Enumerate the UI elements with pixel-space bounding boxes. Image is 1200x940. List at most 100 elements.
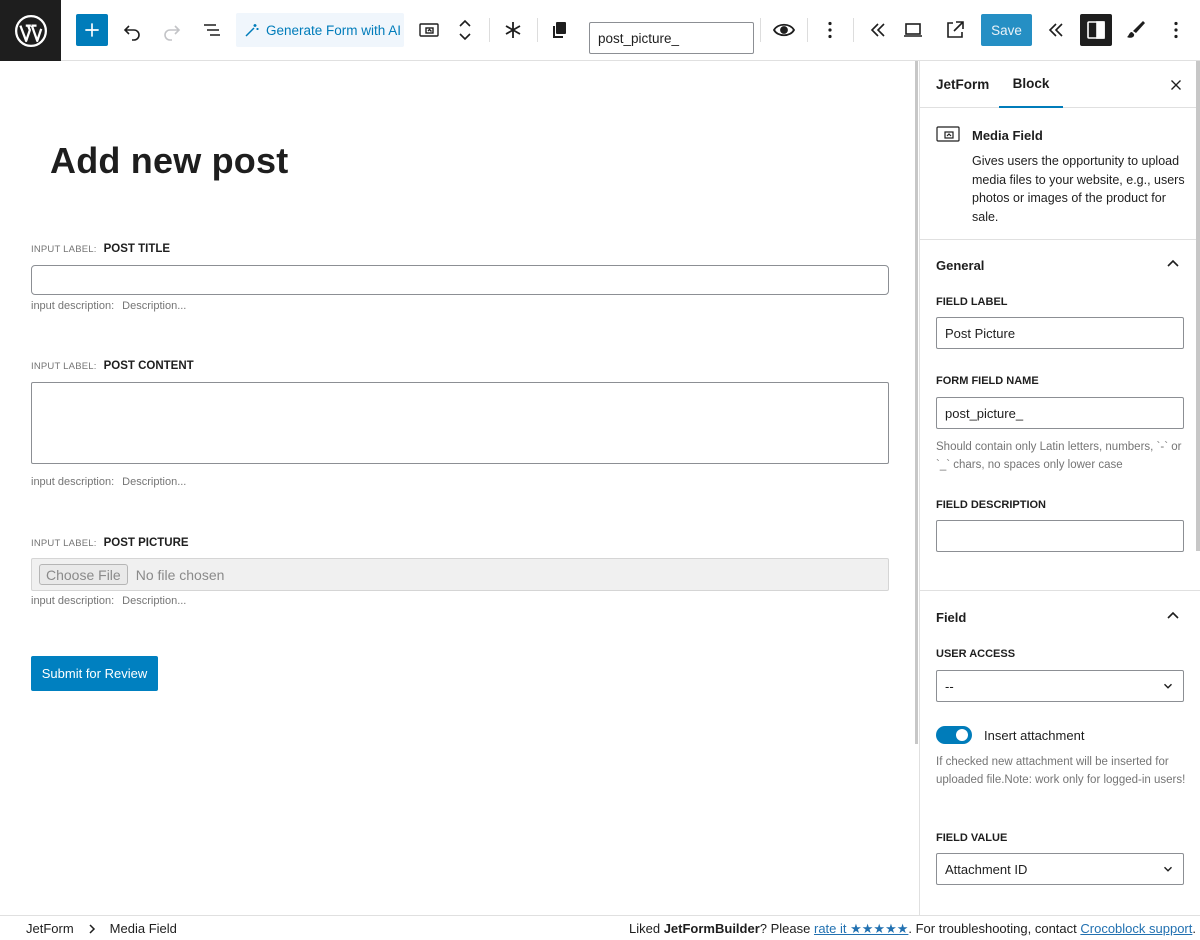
generate-form-ai-button[interactable]: Generate Form with AI bbox=[236, 13, 404, 47]
editor-toolbar: Generate Form with AI Save bbox=[0, 0, 1200, 61]
field-description-row: input description: Description... bbox=[31, 476, 186, 488]
field-description-title: FIELD DESCRIPTION bbox=[936, 499, 1047, 511]
insert-attachment-toggle[interactable] bbox=[936, 726, 972, 744]
chevron-down-icon bbox=[1164, 866, 1172, 872]
description-prefix: input description: bbox=[31, 595, 115, 607]
field-value-value: Attachment ID bbox=[945, 861, 1028, 877]
user-access-select[interactable]: -- bbox=[936, 670, 1184, 702]
post-content-label[interactable]: POST CONTENT bbox=[104, 360, 194, 372]
field-label-row: INPUT LABEL: POST PICTURE bbox=[31, 537, 189, 549]
block-options-icon[interactable] bbox=[814, 14, 846, 46]
collapse-double-chevron-icon[interactable] bbox=[1040, 14, 1072, 46]
description-placeholder[interactable]: Description... bbox=[122, 476, 186, 488]
panel-separator bbox=[920, 239, 1200, 240]
form-field-name-toolbar-input[interactable] bbox=[589, 22, 754, 54]
rate-it-link[interactable]: rate it ★★★★★ bbox=[814, 921, 908, 936]
rating-brand: JetFormBuilder bbox=[663, 921, 760, 936]
insert-attachment-help: If checked new attachment will be insert… bbox=[936, 756, 1186, 786]
styles-brush-icon[interactable] bbox=[1120, 14, 1152, 46]
breadcrumb-item-jetform[interactable]: JetForm bbox=[26, 921, 74, 936]
post-title-label[interactable]: POST TITLE bbox=[104, 243, 170, 255]
description-placeholder[interactable]: Description... bbox=[122, 595, 186, 607]
move-up-down-icon[interactable] bbox=[452, 14, 478, 46]
description-prefix: input description: bbox=[31, 476, 115, 488]
rating-prefix: Liked bbox=[629, 921, 664, 936]
crocoblock-support-link[interactable]: Crocoblock support bbox=[1080, 921, 1192, 936]
post-picture-file-input[interactable]: Choose File No file chosen bbox=[31, 558, 889, 591]
block-title: Media Field bbox=[972, 128, 1043, 143]
form-field-name-help: Should contain only Latin letters, numbe… bbox=[936, 441, 1182, 471]
insert-attachment-label[interactable]: Insert attachment bbox=[984, 728, 1084, 743]
preview-eye-icon[interactable] bbox=[768, 14, 800, 46]
rating-end: . bbox=[1192, 921, 1196, 936]
toolbar-divider bbox=[807, 18, 808, 42]
sidebar-scrollbar[interactable] bbox=[1196, 61, 1200, 551]
save-button[interactable]: Save bbox=[981, 14, 1032, 46]
media-field-block-icon[interactable] bbox=[413, 14, 445, 46]
post-content-textarea[interactable] bbox=[31, 382, 889, 464]
editor-footer: JetForm Media Field Liked JetFormBuilder… bbox=[0, 915, 1200, 940]
field-label-title: FIELD LABEL bbox=[936, 296, 1008, 308]
tab-block[interactable]: Block bbox=[999, 61, 1063, 108]
toolbar-divider bbox=[489, 18, 490, 42]
toolbar-divider bbox=[537, 18, 538, 42]
field-label-row: INPUT LABEL: POST CONTENT bbox=[31, 360, 194, 372]
general-panel-title[interactable]: General bbox=[936, 258, 984, 273]
magic-wand-icon bbox=[245, 24, 259, 37]
field-description-row: input description: Description... bbox=[31, 300, 186, 312]
media-field-icon bbox=[936, 126, 960, 142]
wordpress-logo-icon[interactable] bbox=[0, 0, 61, 61]
device-preview-icon[interactable] bbox=[897, 14, 929, 46]
form-field-name-title: FORM FIELD NAME bbox=[936, 375, 1039, 387]
sidebar-tabs: JetForm Block bbox=[920, 61, 1200, 108]
tab-jetform[interactable]: JetForm bbox=[936, 61, 989, 108]
document-overview-icon[interactable] bbox=[196, 14, 228, 46]
no-file-chosen-text: No file chosen bbox=[135, 566, 225, 583]
close-icon[interactable] bbox=[1164, 73, 1188, 97]
block-description: Gives users the opportunity to upload me… bbox=[972, 154, 1185, 224]
settings-sidebar-toggle-icon[interactable] bbox=[1080, 14, 1112, 46]
generate-form-ai-label: Generate Form with AI bbox=[266, 22, 402, 38]
user-access-value: -- bbox=[945, 678, 954, 694]
undo-icon[interactable] bbox=[116, 14, 148, 46]
field-description-row: input description: Description... bbox=[31, 595, 186, 607]
chevron-down-icon bbox=[1164, 683, 1172, 689]
field-label-row: INPUT LABEL: POST TITLE bbox=[31, 243, 170, 255]
settings-sidebar: JetForm Block Media Field Gives users th… bbox=[919, 61, 1200, 915]
chevron-up-icon[interactable] bbox=[1165, 608, 1181, 624]
chevron-right-icon bbox=[89, 923, 95, 934]
input-label-prefix: INPUT LABEL: bbox=[31, 361, 97, 372]
chevron-up-icon[interactable] bbox=[1165, 256, 1181, 272]
field-value-select[interactable]: Attachment ID bbox=[936, 853, 1184, 885]
description-placeholder[interactable]: Description... bbox=[122, 300, 186, 312]
breadcrumb-item-media-field[interactable]: Media Field bbox=[110, 921, 177, 936]
submit-for-review-button[interactable]: Submit for Review bbox=[31, 656, 158, 691]
panel-separator bbox=[920, 590, 1200, 591]
redo-icon[interactable] bbox=[156, 14, 188, 46]
field-description-input[interactable] bbox=[936, 520, 1184, 552]
external-link-icon[interactable] bbox=[939, 14, 971, 46]
page-title[interactable]: Add new post bbox=[50, 140, 288, 182]
field-label-input[interactable]: Post Picture bbox=[936, 317, 1184, 349]
collapse-double-chevron-icon[interactable] bbox=[862, 14, 894, 46]
input-label-prefix: INPUT LABEL: bbox=[31, 538, 97, 549]
rating-notice: Liked JetFormBuilder? Please rate it ★★★… bbox=[629, 921, 1196, 937]
post-title-input[interactable] bbox=[31, 265, 889, 295]
post-picture-label[interactable]: POST PICTURE bbox=[104, 537, 189, 549]
editor-canvas bbox=[0, 61, 918, 915]
user-access-title: USER ACCESS bbox=[936, 648, 1016, 660]
field-panel-title[interactable]: Field bbox=[936, 610, 966, 625]
copy-icon[interactable] bbox=[544, 14, 576, 46]
breadcrumb: JetForm Media Field bbox=[26, 921, 177, 936]
add-block-button[interactable] bbox=[76, 14, 108, 46]
rating-mid2: . For troubleshooting, contact bbox=[908, 921, 1081, 936]
toolbar-divider bbox=[760, 18, 761, 42]
description-prefix: input description: bbox=[31, 300, 115, 312]
form-field-name-input[interactable]: post_picture_ bbox=[936, 397, 1184, 429]
rating-mid: ? Please bbox=[759, 921, 814, 936]
field-value-title: FIELD VALUE bbox=[936, 832, 1008, 844]
canvas-scrollbar[interactable] bbox=[915, 61, 918, 744]
options-more-icon[interactable] bbox=[1160, 14, 1192, 46]
choose-file-button[interactable]: Choose File bbox=[39, 564, 128, 585]
block-transform-icon[interactable] bbox=[497, 14, 529, 46]
